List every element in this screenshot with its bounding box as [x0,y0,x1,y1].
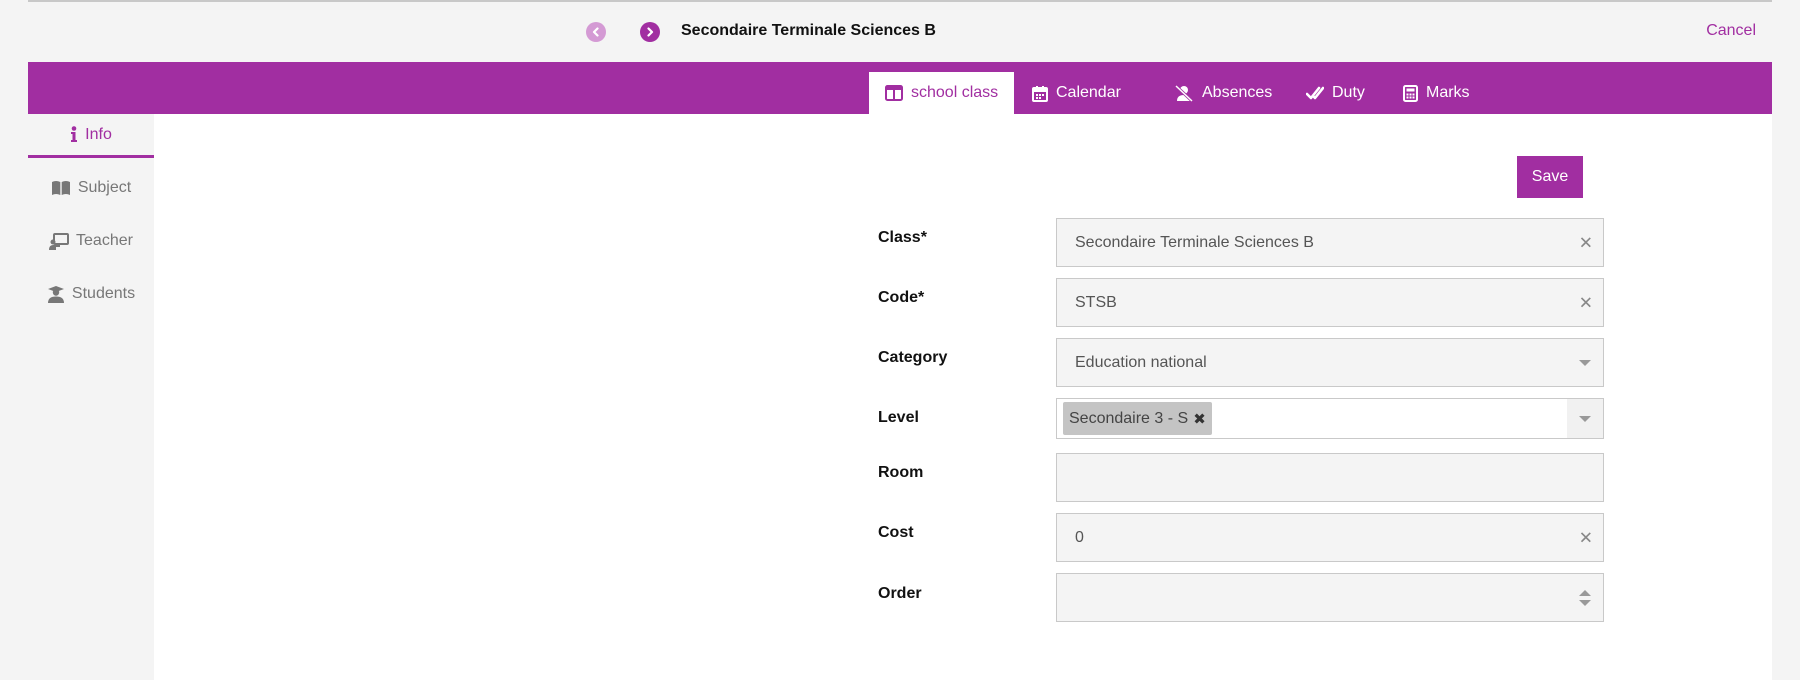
order-field[interactable] [1056,573,1604,622]
clear-cost-icon[interactable]: ✕ [1579,529,1593,546]
save-button[interactable]: Save [1517,156,1583,198]
calculator-icon [1403,84,1418,102]
sidebar-item-subject[interactable]: Subject [28,166,154,210]
level-multiselect[interactable]: Secondaire 3 - S ✖ [1056,398,1604,439]
module-tab-bar: school class Calendar Absences Duty Mark… [28,62,1772,114]
code-value: STSB [1075,293,1117,311]
category-label: Category [878,349,948,366]
room-label: Room [878,464,924,481]
level-tag: Secondaire 3 - S ✖ [1063,402,1212,435]
user-graduate-icon [47,285,64,303]
sidebar-item-label: Students [71,285,136,302]
info-icon [71,126,78,142]
cost-field[interactable]: 0 ✕ [1056,513,1604,562]
category-select[interactable]: Education national [1056,338,1604,387]
order-label: Order [878,585,922,602]
tab-duty[interactable]: Duty [1290,72,1381,114]
page-title: Secondaire Terminale Sciences B [681,22,936,39]
class-field[interactable]: Secondaire Terminale Sciences B ✕ [1056,218,1604,267]
level-tag-label: Secondaire 3 - S [1069,409,1189,427]
tab-label: Calendar [1056,84,1121,101]
sidebar-item-label: Info [85,125,112,143]
tab-absences[interactable]: Absences [1158,72,1288,114]
clear-code-icon[interactable]: ✕ [1579,294,1593,311]
book-icon [51,181,70,195]
tab-school-class[interactable]: school class [869,72,1015,114]
sidebar-item-students[interactable]: Students [28,272,154,316]
sidebar: Info Subject Teacher Students [28,114,154,680]
previous-record-button[interactable] [586,22,606,42]
record-header: Secondaire Terminale Sciences B Cancel [28,2,1772,62]
code-label: Code* [878,289,925,306]
sidebar-item-label: Subject [77,179,132,196]
sidebar-item-info[interactable]: Info [28,114,154,158]
spin-up-icon[interactable] [1579,589,1591,596]
next-record-button[interactable] [640,22,660,42]
columns-icon [885,85,903,101]
calendar-icon [1032,85,1048,102]
tab-label: Duty [1332,84,1365,101]
code-field[interactable]: STSB ✕ [1056,278,1604,327]
spin-down-icon[interactable] [1579,599,1591,606]
tab-label: Marks [1426,84,1470,101]
chevron-left-icon [592,27,599,37]
chevron-down-icon[interactable] [1579,359,1591,366]
tab-marks[interactable]: Marks [1387,72,1486,114]
room-field[interactable] [1056,453,1604,502]
class-value: Secondaire Terminale Sciences B [1075,233,1314,251]
remove-tag-icon[interactable]: ✖ [1193,410,1206,428]
cost-value: 0 [1075,528,1084,546]
sidebar-item-label: Teacher [76,232,133,249]
class-label: Class* [878,229,927,246]
form-panel: Save Class* Secondaire Terminale Science… [154,114,1772,680]
cancel-button[interactable]: Cancel [1706,22,1756,40]
chevron-down-icon [1579,415,1591,422]
chevron-right-icon [647,27,654,37]
chalkboard-teacher-icon [49,232,70,250]
cost-label: Cost [878,524,914,541]
level-label: Level [878,409,919,426]
category-value: Education national [1075,353,1207,371]
tab-calendar[interactable]: Calendar [1016,72,1137,114]
level-dropdown-toggle[interactable] [1567,399,1603,438]
number-spinner[interactable] [1579,589,1591,606]
tab-label: Absences [1202,84,1273,101]
sidebar-item-teacher[interactable]: Teacher [28,219,154,263]
clear-class-icon[interactable]: ✕ [1579,234,1593,251]
tab-label: school class [911,84,999,101]
double-check-icon [1306,86,1324,100]
user-slash-icon [1174,84,1194,102]
